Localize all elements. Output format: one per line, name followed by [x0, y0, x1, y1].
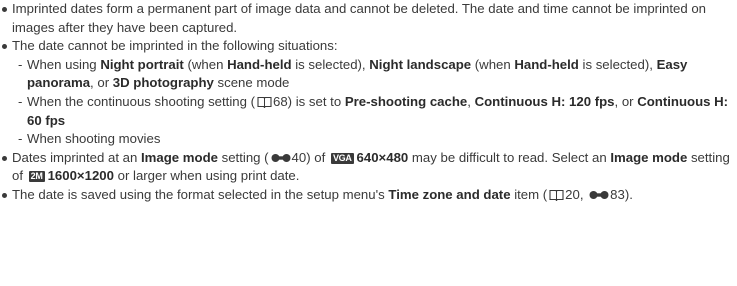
book-reference-icon	[257, 96, 272, 108]
page-reference: 83	[610, 186, 625, 202]
page-reference: 20	[565, 186, 580, 202]
page-reference: 40	[291, 149, 307, 165]
note-date-format: The date is saved using the format selec…	[0, 186, 737, 205]
situation-scene-modes: - When using Night portrait (when Hand-he…	[18, 56, 688, 91]
dash-marker: -	[18, 56, 23, 72]
book-reference-icon	[549, 189, 564, 201]
reference-section-icon	[271, 153, 291, 162]
2m-mode-icon: 2M	[28, 171, 45, 183]
notes-list: Imprinted dates form a permanent part of…	[0, 0, 737, 205]
situation-movies: - When shooting movies	[18, 130, 737, 149]
note-image-mode: Dates imprinted at an Image mode setting…	[0, 149, 737, 186]
situation-continuous-shooting: - When the continuous shooting setting (6…	[18, 93, 729, 128]
dash-marker: -	[18, 93, 23, 109]
reference-section-icon	[589, 190, 609, 199]
note-imprint-permanent: Imprinted dates form a permanent part of…	[0, 0, 737, 37]
vga-mode-icon: VGA	[330, 152, 354, 164]
manual-page: Imprinted dates form a permanent part of…	[0, 0, 737, 286]
page-reference: 68	[273, 93, 288, 109]
situations-list: - When using Night portrait (when Hand-he…	[12, 56, 737, 149]
dash-marker: -	[18, 131, 23, 147]
note-not-imprinted: The date cannot be imprinted in the foll…	[0, 37, 737, 149]
